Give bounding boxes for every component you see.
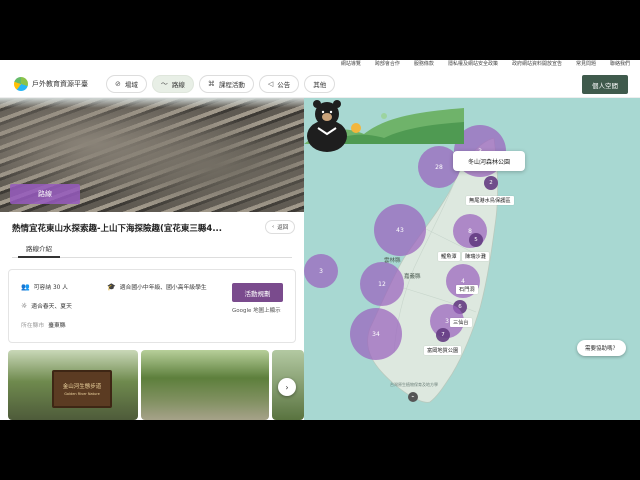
megaphone-icon: ◁ <box>267 80 274 88</box>
back-label: 返回 <box>277 225 289 231</box>
route-photo[interactable] <box>141 350 269 420</box>
nav-label: 其他 <box>313 81 327 89</box>
logo-text: 戶外教育資源平臺 <box>32 80 88 88</box>
bear-mascot-icon[interactable] <box>304 98 350 152</box>
capacity-text: 可容納 30 人 <box>33 285 68 291</box>
trail-sign-subtext: Golden River Nature <box>64 392 100 396</box>
util-link[interactable]: 隱私權及網站安全政策 <box>448 60 498 68</box>
capacity-row: 👥 可容納 30 人 <box>21 282 68 292</box>
map-pin-label[interactable]: 三仙台 <box>450 318 472 327</box>
util-link[interactable]: 網站導覽 <box>341 60 361 68</box>
nav-route[interactable]: 〜 路線 <box>151 75 194 93</box>
util-link[interactable]: 政府網站資料開放宣告 <box>512 60 562 68</box>
tab-route-intro[interactable]: 路線介紹 <box>18 242 60 258</box>
help-bubble[interactable]: 需要協助嗎？ <box>576 340 626 356</box>
main-nav: ⊘ 場域 〜 路線 ⌘ 課程活動 ◁ 公告 其他 <box>106 75 336 93</box>
location-popup[interactable]: 冬山河森林公園 <box>453 151 525 171</box>
trail-sign: 金山河生態步道 Golden River Nature <box>52 370 112 408</box>
map-cluster[interactable]: 43 <box>374 204 426 256</box>
location-row: 所在縣市 臺東縣 <box>21 320 66 329</box>
route-photo[interactable]: 金山河生態步道 Golden River Nature <box>8 350 138 420</box>
nav-label: 路線 <box>171 81 185 89</box>
map-pin-label[interactable]: 陳瑞沙灘 <box>462 252 489 261</box>
nav-other[interactable]: 其他 <box>304 75 336 93</box>
logo-icon <box>14 77 28 91</box>
location-label: 所在縣市 <box>21 323 45 329</box>
nav-course[interactable]: ⌘ 課程活動 <box>198 75 254 93</box>
location-value: 臺東縣 <box>48 323 66 329</box>
sun-icon <box>351 123 361 133</box>
tab-bar: 路線介紹 <box>12 242 292 258</box>
map-cluster[interactable]: 7 <box>436 328 450 342</box>
nav-label: 公告 <box>277 81 291 89</box>
chevron-left-icon: ‹ <box>272 224 275 230</box>
route-info-card: 👥 可容納 30 人 🎓 適合國小中年級、國小高年級學生 ☼ 適合春天、夏天 所… <box>8 269 296 343</box>
nav-announcement[interactable]: ◁ 公告 <box>258 75 300 93</box>
map-pin-label[interactable]: 富岡地質公園 <box>424 346 462 355</box>
season-row: ☼ 適合春天、夏天 <box>21 301 72 311</box>
map-cluster[interactable]: 12 <box>360 262 404 306</box>
map-cluster[interactable]: 2 <box>484 176 498 190</box>
browser-viewport: 網站導覽 跨部會合作 服務條款 隱私權及網站安全政策 政府網站資料開放宣告 常見… <box>0 60 640 420</box>
google-map-link[interactable]: Google 地圖上顯示 <box>232 306 281 314</box>
map-pin-label[interactable]: 無尾港水鳥保護區 <box>466 196 514 205</box>
account-button[interactable]: 個人空間 <box>582 75 628 94</box>
grade-text: 適合國小中年級、國小高年級學生 <box>119 285 207 291</box>
util-link[interactable]: 常見問題 <box>576 60 596 68</box>
map-pin-label[interactable]: 鯉魚潭 <box>438 252 460 261</box>
map-cluster[interactable]: 3 <box>304 254 338 288</box>
county-label: 嘉義縣 <box>404 274 421 280</box>
season-text: 適合春天、夏天 <box>31 304 72 310</box>
activity-icon: ⌘ <box>207 80 215 88</box>
compass-icon: ⊘ <box>115 80 121 88</box>
site-logo[interactable]: 戶外教育資源平臺 <box>14 77 88 91</box>
map-caption: 台灣原生植物保育及地方學 <box>390 382 438 387</box>
map-marker-icon[interactable]: ⌁ <box>408 392 418 402</box>
utility-links: 網站導覽 跨部會合作 服務條款 隱私權及網站安全政策 政府網站資料開放宣告 常見… <box>0 60 640 68</box>
trail-sign-text: 金山河生態步道 <box>62 384 102 390</box>
route-detail-panel: 路線 熱情宜花東山水探索趣-上山下海探險趣(宜花東三縣4... ‹ 返回 路線介… <box>0 98 304 420</box>
map-pin-label[interactable]: 石門洞 <box>456 285 478 294</box>
graduation-cap-icon: 🎓 <box>107 282 116 291</box>
route-icon: 〜 <box>160 80 168 88</box>
route-tag: 路線 <box>10 184 80 204</box>
people-icon: 👥 <box>21 282 30 291</box>
grade-row: 🎓 適合國小中年級、國小高年級學生 <box>107 282 207 292</box>
arrow-right-icon: › <box>285 382 289 392</box>
util-link[interactable]: 服務條款 <box>414 60 434 68</box>
map-cluster[interactable]: 5 <box>469 233 483 247</box>
carousel-next-button[interactable]: › <box>278 378 296 396</box>
map-cluster[interactable]: 34 <box>350 308 402 360</box>
nav-label: 場域 <box>124 81 138 89</box>
back-button[interactable]: ‹ 返回 <box>265 220 296 234</box>
nav-label: 課程活動 <box>218 81 245 89</box>
nav-venue[interactable]: ⊘ 場域 <box>106 75 147 93</box>
map-panel[interactable]: 3 28 2 43 8 3 5 4 6 12 34 3 7 冬山河森林公園 無尾… <box>304 98 640 420</box>
county-label: 雲林縣 <box>384 258 401 264</box>
site-header: 戶外教育資源平臺 ⊘ 場域 〜 路線 ⌘ 課程活動 ◁ 公告 其他 個人空間 <box>0 70 640 98</box>
activity-plan-button[interactable]: 活動規劃 <box>232 283 283 302</box>
sun-icon: ☼ <box>21 301 28 310</box>
route-title: 熱情宜花東山水探索趣-上山下海探險趣(宜花東三縣4... <box>12 224 223 234</box>
util-link[interactable]: 跨部會合作 <box>375 60 400 68</box>
photo-carousel: 金山河生態步道 Golden River Nature › <box>8 350 304 420</box>
util-link[interactable]: 聯絡我們 <box>610 60 630 68</box>
